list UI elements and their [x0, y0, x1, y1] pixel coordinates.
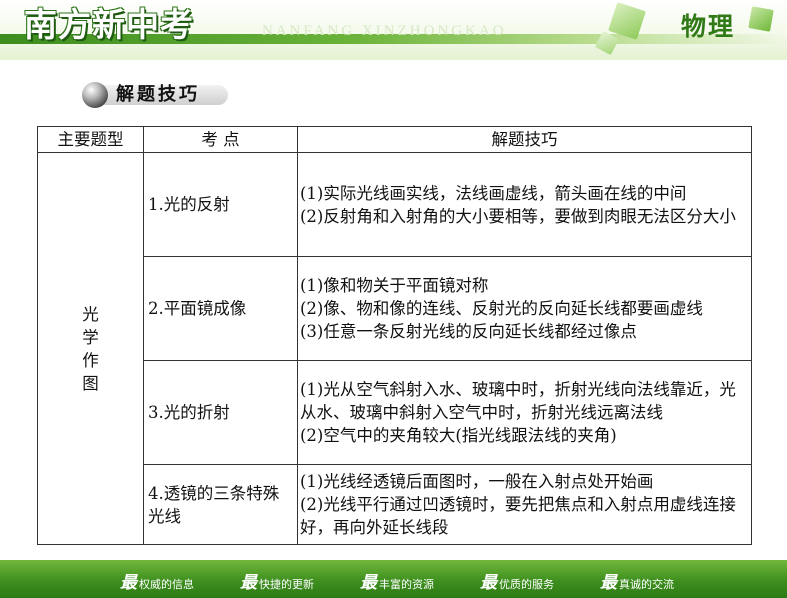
tips-cell: (1)像和物关于平面镜对称 (2)像、物和像的连线、反射光的反向延长线都要画虚线… [297, 256, 752, 361]
sphere-bullet-icon [82, 82, 108, 108]
tip-line: (1)像和物关于平面镜对称 [300, 276, 489, 295]
footer-slogan-small: 权威的信息 [139, 578, 194, 591]
tip-line: (1)光从空气斜射入水、玻璃中时，折射光线向法线靠近，光从水、玻璃中斜射入空气中… [300, 380, 736, 422]
tips-table: 主要题型 考 点 解题技巧 光学作图 1.光的反射 (1)实际光线画实线，法线画… [37, 126, 752, 545]
question-type-cell: 光学作图 [37, 152, 144, 545]
footer-slogan-big: 最 [360, 573, 377, 593]
footer-slogan-big: 最 [480, 573, 497, 593]
tip-line: (1)实际光线画实线，法线画虚线，箭头画在线的中间 [300, 183, 687, 203]
tips-cell: (1)光线经透镜后面图时，一般在入射点处开始画 (2)光线平行通过凹透镜时，要先… [297, 464, 752, 545]
footer-slogan-small: 快捷的更新 [259, 578, 314, 591]
footer-slogan-small: 丰富的资源 [379, 578, 434, 591]
tip-line: (2)空气中的夹角较大(指光线跟法线的夹角) [300, 426, 617, 445]
footer-slogan-big: 最 [600, 573, 617, 593]
table-row: 2.平面镜成像 (1)像和物关于平面镜对称 (2)像、物和像的连线、反射光的反向… [38, 256, 752, 361]
question-type-text: 光学作图 [82, 304, 99, 393]
header-exam-point: 考 点 [143, 126, 298, 153]
footer-slogan-item: 最 优质的服务 [480, 568, 554, 593]
cube-decoration-icon [748, 6, 774, 32]
section-title: 解题技巧 [116, 84, 200, 105]
tip-line: (2)像、物和像的连线、反射光的反向延长线都要画虚线 [300, 299, 703, 318]
tip-line: (1)光线经透镜后面图时，一般在入射点处开始画 [300, 472, 654, 491]
footer-slogans: 最 权威的信息 最 快捷的更新 最 丰富的资源 最 优质的服务 最 真诚的交流 [120, 568, 674, 593]
section-badge: 解题技巧 [82, 82, 228, 108]
footer-slogan-small: 优质的服务 [499, 578, 554, 591]
header-question-type: 主要题型 [37, 126, 144, 153]
subject-label: 物理 [681, 12, 736, 41]
footer-banner: 最 权威的信息 最 快捷的更新 最 丰富的资源 最 优质的服务 最 真诚的交流 [0, 560, 787, 598]
footer-slogan-big: 最 [240, 573, 257, 593]
tip-line: (2)光线平行通过凹透镜时，要先把焦点和入射点用虚线连接好，再向外延长线段 [300, 495, 736, 537]
topic-cell: 4.透镜的三条特殊光线 [143, 464, 298, 545]
tip-line: (3)任意一条反射光线的反向延长线都经过像点 [300, 322, 637, 341]
footer-slogan-item: 最 快捷的更新 [240, 568, 314, 593]
tips-cell: (1)实际光线画实线，法线画虚线，箭头画在线的中间 (2)反射角和入射角的大小要… [297, 152, 752, 257]
footer-slogan-small: 真诚的交流 [619, 578, 674, 591]
footer-slogan-big: 最 [120, 573, 137, 593]
footer-slogan-item: 最 丰富的资源 [360, 568, 434, 593]
table-header-row: 主要题型 考 点 解题技巧 [37, 126, 752, 153]
topic-cell: 1.光的反射 [143, 152, 298, 257]
brand-title: 南方新中考 [24, 5, 194, 44]
table-row: 4.透镜的三条特殊光线 (1)光线经透镜后面图时，一般在入射点处开始画 (2)光… [38, 464, 752, 545]
table-row: 光学作图 1.光的反射 (1)实际光线画实线，法线画虚线，箭头画在线的中间 (2… [37, 152, 752, 545]
table-row: 3.光的折射 (1)光从空气斜射入水、玻璃中时，折射光线向法线靠近，光从水、玻璃… [38, 360, 752, 465]
header-solving-tips: 解题技巧 [297, 126, 752, 153]
topic-cell: 3.光的折射 [143, 360, 298, 465]
footer-slogan-item: 最 权威的信息 [120, 568, 194, 593]
brand-pinyin: NANFANG XINZHONGKAO [262, 23, 507, 39]
header-banner: 南方新中考 NANFANG XINZHONGKAO 物理 [0, 0, 787, 60]
tip-line: (2)反射角和入射角的大小要相等，要做到肉眼无法区分大小 [300, 206, 736, 226]
footer-slogan-item: 最 真诚的交流 [600, 568, 674, 593]
topic-cell: 2.平面镜成像 [143, 256, 298, 361]
tips-cell: (1)光从空气斜射入水、玻璃中时，折射光线向法线靠近，光从水、玻璃中斜射入空气中… [297, 360, 752, 465]
